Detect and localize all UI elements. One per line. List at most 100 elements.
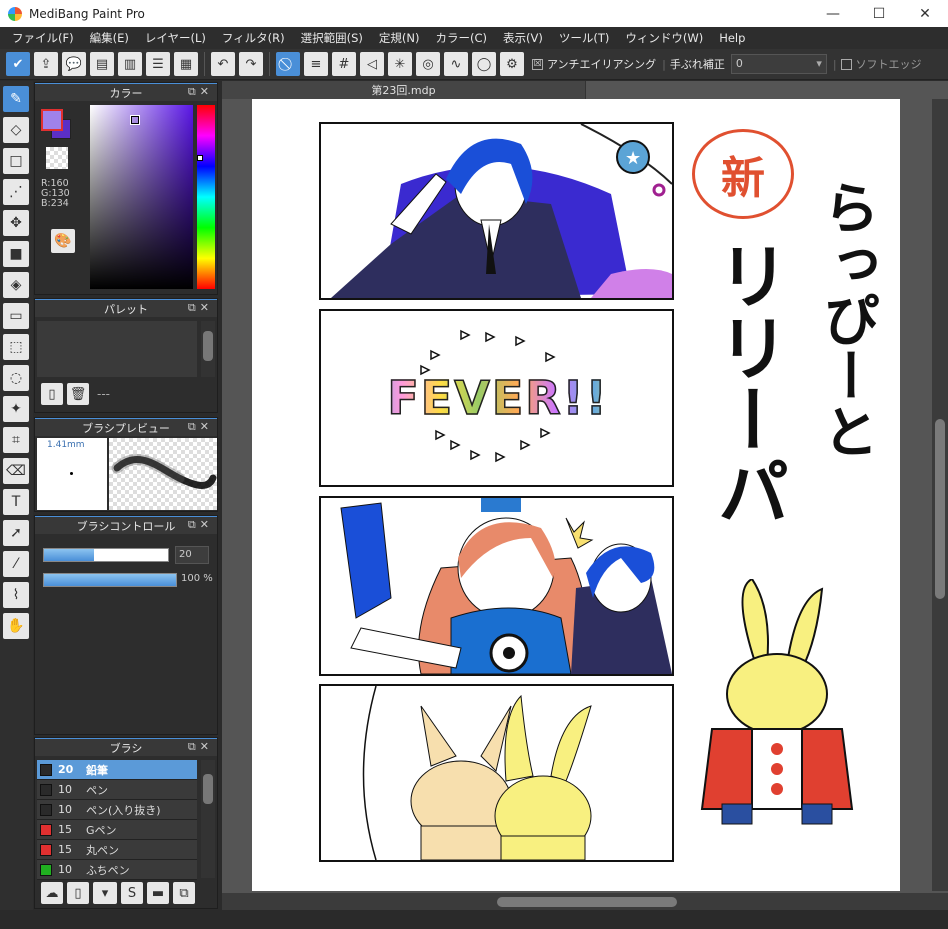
new-stamp-text: 新 — [721, 153, 765, 204]
select-pen-tool-icon[interactable]: ⌗ — [3, 427, 29, 453]
hue-cursor — [197, 155, 203, 161]
text-tool-icon[interactable]: T — [3, 489, 29, 515]
menu-window[interactable]: ウィンドウ(W) — [617, 27, 711, 49]
snap-ellipse-icon[interactable]: ◯ — [472, 52, 496, 76]
tool-palette: ✎ ◇ □ ⋰ ✥ ■ ◈ ▭ ⬚ ◌ ✦ ⌗ ⌫ T ➚ ⁄ ⌇ ✋ — [0, 81, 33, 910]
gradient-tool-icon[interactable]: ▭ — [3, 303, 29, 329]
cloud-check-icon[interactable]: ✔ — [6, 52, 30, 76]
antialias-checkbox[interactable]: ☒ — [532, 58, 543, 70]
magic-wand-tool-icon[interactable]: ✦ — [3, 396, 29, 422]
snap-perspective-icon[interactable]: ◁ — [360, 52, 384, 76]
saturation-value-picker[interactable] — [90, 105, 193, 289]
manga-page[interactable]: ★ FEVER!! 新 らっぴーと リリーパ — [252, 99, 900, 891]
divide-tool-icon[interactable]: ⁄ — [3, 551, 29, 577]
brush-scroll-thumb[interactable] — [203, 774, 213, 804]
brush-panel-title: ブラシ — [109, 741, 143, 755]
maximize-button[interactable]: ☐ — [856, 0, 902, 27]
menu-help[interactable]: Help — [711, 27, 753, 49]
page-settings-icon[interactable]: ▦ — [174, 52, 198, 76]
snap-settings-icon[interactable]: ⚙ — [500, 52, 524, 76]
redo-icon[interactable]: ↷ — [239, 52, 263, 76]
hue-slider[interactable] — [197, 105, 215, 289]
panel-controls-icon[interactable]: ⧉✕ — [188, 420, 213, 434]
canvas-area[interactable]: 第23回.mdp ★ FEVER!! 新 らっぴーと リリーパ — [222, 81, 948, 910]
palette-scrollbar[interactable] — [201, 321, 215, 377]
panel-controls-icon[interactable]: ⧉✕ — [188, 518, 213, 532]
brush-opacity-slider[interactable] — [43, 573, 177, 587]
palette-area[interactable] — [37, 321, 197, 377]
hand-tool-icon[interactable]: ✋ — [3, 613, 29, 639]
dot-tool-icon[interactable]: ⋰ — [3, 179, 29, 205]
brush-menu-icon[interactable]: ▾ — [93, 882, 117, 904]
shape-tool-icon[interactable]: □ — [3, 148, 29, 174]
menu-tool[interactable]: ツール(T) — [551, 27, 618, 49]
color-palette-icon[interactable]: 🎨 — [51, 229, 75, 253]
brush-tool-icon[interactable]: ✎ — [3, 86, 29, 112]
undo-icon[interactable]: ↶ — [211, 52, 235, 76]
select-rect-tool-icon[interactable]: ⬚ — [3, 334, 29, 360]
menu-layer[interactable]: レイヤー(L) — [137, 27, 214, 49]
brush-size-slider[interactable] — [43, 548, 169, 562]
speech-bubble-icon[interactable]: 💬 — [62, 52, 86, 76]
brush-name: ふちペン — [86, 863, 130, 877]
close-button[interactable]: ✕ — [902, 0, 948, 27]
panel-controls-icon[interactable]: ⧉✕ — [188, 301, 213, 315]
menu-color[interactable]: カラー(C) — [427, 27, 495, 49]
snap-off-icon[interactable]: ⃠ — [276, 52, 300, 76]
transparent-swatch[interactable] — [46, 147, 68, 169]
menu-filter[interactable]: フィルタ(R) — [214, 27, 293, 49]
snap-parallel-icon[interactable]: ≡ — [304, 52, 328, 76]
new-palette-icon[interactable]: ▯ — [41, 383, 63, 405]
soft-edge-checkbox[interactable] — [840, 58, 852, 70]
duplicate-icon[interactable]: ⧉ — [173, 882, 195, 904]
new-brush-icon[interactable]: ▯ — [67, 882, 89, 904]
snap-grid-icon[interactable]: # — [332, 52, 356, 76]
page-list-icon[interactable]: ☰ — [146, 52, 170, 76]
document-tab[interactable]: 第23回.mdp — [222, 81, 586, 99]
delete-palette-icon[interactable]: 🗑 — [67, 383, 89, 405]
brush-list-item[interactable]: 15 丸ペン — [37, 840, 197, 860]
menu-edit[interactable]: 編集(E) — [82, 27, 137, 49]
snap-radial-icon[interactable]: ✳ — [388, 52, 412, 76]
brush-list-item[interactable]: 10 ペン — [37, 780, 197, 800]
eyedropper-tool-icon[interactable]: ⌇ — [3, 582, 29, 608]
antialias-toggle[interactable]: ☒ アンチエイリアシング — [532, 56, 656, 72]
soft-edge-toggle[interactable]: | ソフトエッジ — [833, 56, 922, 72]
brush-list-item[interactable]: 10 ふちペン — [37, 860, 197, 880]
operation-tool-icon[interactable]: ➚ — [3, 520, 29, 546]
fg-color-swatch[interactable] — [41, 109, 63, 131]
share-icon[interactable]: ⇪ — [34, 52, 58, 76]
snap-curve-icon[interactable]: ∿ — [444, 52, 468, 76]
lasso-tool-icon[interactable]: ◌ — [3, 365, 29, 391]
palette-scroll-thumb[interactable] — [203, 331, 213, 361]
color-panel: カラー ⧉✕ R:160 G:130 B:234 🎨 — [34, 82, 218, 295]
page-icon[interactable]: ▥ — [118, 52, 142, 76]
bucket-tool-icon[interactable]: ◈ — [3, 272, 29, 298]
comment-icon[interactable]: ▤ — [90, 52, 114, 76]
stabilizer-select[interactable]: 0 — [730, 54, 827, 74]
canvas-hscroll-thumb[interactable] — [497, 897, 677, 907]
brush-list-item[interactable]: 15 Gペン — [37, 820, 197, 840]
menu-ruler[interactable]: 定規(N) — [371, 27, 428, 49]
brush-scrollbar[interactable] — [201, 760, 215, 878]
canvas-vertical-scrollbar[interactable] — [932, 99, 948, 891]
minimize-button[interactable]: — — [810, 0, 856, 27]
brush-size-value[interactable]: 20 — [175, 546, 209, 564]
eraser-tool-icon[interactable]: ◇ — [3, 117, 29, 143]
menu-file[interactable]: ファイル(F) — [4, 27, 82, 49]
panel-controls-icon[interactable]: ⧉✕ — [188, 740, 213, 754]
panel-controls-icon[interactable]: ⧉✕ — [188, 85, 213, 99]
canvas-horizontal-scrollbar[interactable] — [222, 893, 948, 910]
brush-script-icon[interactable]: S — [121, 882, 143, 904]
move-tool-icon[interactable]: ✥ — [3, 210, 29, 236]
snap-concentric-icon[interactable]: ◎ — [416, 52, 440, 76]
canvas-vscroll-thumb[interactable] — [935, 419, 945, 599]
folder-icon[interactable]: ▬ — [147, 882, 169, 904]
select-eraser-tool-icon[interactable]: ⌫ — [3, 458, 29, 484]
cloud-brush-icon[interactable]: ☁ — [41, 882, 63, 904]
menu-select[interactable]: 選択範囲(S) — [293, 27, 371, 49]
menu-view[interactable]: 表示(V) — [495, 27, 551, 49]
brush-list-item[interactable]: 10 ペン(入り抜き) — [37, 800, 197, 820]
brush-list-item[interactable]: 20 鉛筆 — [37, 760, 197, 780]
fill-rect-tool-icon[interactable]: ■ — [3, 241, 29, 267]
